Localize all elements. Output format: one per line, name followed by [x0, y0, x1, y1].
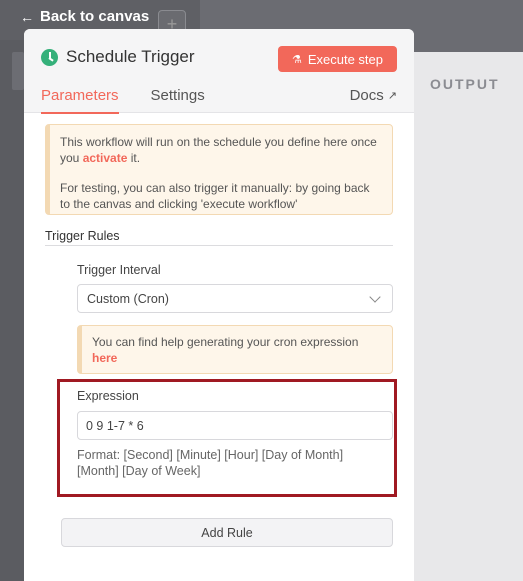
external-link-icon: ↗ [387, 90, 397, 102]
trigger-interval-select[interactable]: Custom (Cron) [77, 284, 393, 313]
arrow-left-icon: ← [20, 8, 34, 25]
back-to-canvas-button[interactable]: ← Back to canvas [20, 8, 149, 25]
add-rule-button[interactable]: Add Rule [61, 518, 393, 547]
clock-icon [41, 48, 58, 66]
activation-notice: This workflow will run on the schedule y… [45, 124, 393, 215]
notice-text-1-end: it. [127, 151, 141, 165]
expression-format-hint: Format: [Second] [Minute] [Hour] [Day of… [77, 448, 344, 478]
execute-step-label: Execute step [307, 51, 383, 67]
docs-label: Docs [349, 87, 384, 104]
execute-step-button[interactable]: ⚗ Execute step [277, 46, 397, 72]
panel-header: Schedule Trigger ⚗ Execute step Paramete… [24, 29, 414, 114]
title-row: Schedule Trigger [41, 47, 195, 67]
canvas-node [12, 52, 24, 90]
section-divider [45, 245, 393, 246]
tab-parameters[interactable]: Parameters [41, 87, 119, 114]
tab-settings[interactable]: Settings [151, 87, 205, 114]
flask-icon: ⚗ [291, 53, 302, 66]
back-label: Back to canvas [40, 8, 150, 25]
output-panel [395, 52, 523, 581]
cron-help-link[interactable]: here [92, 351, 117, 365]
trigger-rules-heading: Trigger Rules [45, 229, 120, 243]
notice-text-2: For testing, you can also trigger it man… [60, 181, 370, 211]
output-heading: OUTPUT [430, 76, 500, 92]
activate-link[interactable]: activate [83, 151, 128, 165]
expression-input[interactable]: 0 9 1-7 * 6 [77, 411, 393, 440]
node-title[interactable]: Schedule Trigger [66, 47, 195, 67]
trigger-interval-label: Trigger Interval [77, 263, 161, 277]
chevron-down-icon [369, 290, 381, 303]
docs-link[interactable]: Docs ↗ [350, 87, 397, 104]
cron-help-hint: You can find help generating your cron e… [77, 325, 393, 374]
node-parameters-panel: Schedule Trigger ⚗ Execute step Paramete… [24, 29, 414, 581]
hint-text: You can find help generating your cron e… [92, 335, 359, 349]
expression-label: Expression [77, 389, 139, 403]
panel-tabs: Parameters Settings [41, 87, 205, 114]
trigger-interval-value: Custom (Cron) [87, 291, 169, 306]
